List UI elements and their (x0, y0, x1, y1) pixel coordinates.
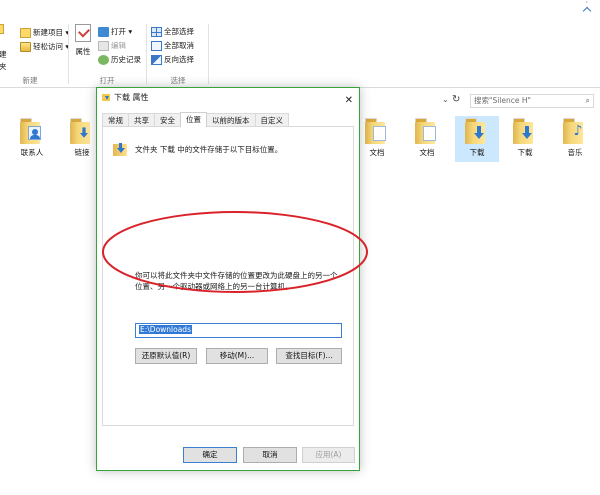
folder-label: 下载 (517, 148, 533, 157)
history-button[interactable]: 历史记录 (98, 53, 141, 66)
ribbon-group-title-open: 打开 (99, 76, 115, 85)
ok-button[interactable]: 确定 (183, 447, 237, 463)
ribbon-new-folder-icon[interactable] (0, 24, 6, 34)
properties-dialog: 下载 属性 ✕ 常规 共享 安全 位置 以前的版本 自定义 文件夹 下载 中的文… (96, 87, 360, 471)
tab-customize[interactable]: 自定义 (254, 113, 289, 127)
refresh-icon[interactable]: ↻ (452, 94, 460, 105)
ribbon-group-title-new: 新建 (22, 76, 38, 85)
folder-item[interactable]: 文档 (355, 118, 399, 158)
move-button[interactable]: 移动(M)... (206, 348, 268, 364)
location-description-line: 你可以将此文件夹中文件存储的位置更改为此硬盘上的另一个 (135, 271, 338, 280)
search-icon: ⌕ (585, 96, 590, 105)
folder-item-selected[interactable]: 下载 (455, 116, 499, 162)
address-history-dropdown[interactable]: ⌄ (442, 95, 449, 104)
select-none-icon (151, 40, 162, 51)
ribbon: 建 夹 新建项目 ▾ 轻松访问 ▾ 新建 属性 打开 ▾ 编辑 历史记录 打开 … (0, 20, 600, 88)
new-item-icon (20, 27, 31, 38)
ribbon-group-title-select: 选择 (170, 76, 186, 85)
folder-label: 联系人 (20, 148, 44, 157)
downloads-folder-icon (513, 118, 537, 144)
contacts-icon (20, 118, 44, 144)
downloads-folder-icon (102, 93, 111, 102)
folder-item[interactable]: 联系人 (10, 118, 54, 158)
new-item-label: 新建项目 ▾ (33, 28, 70, 37)
downloads-folder-icon (465, 118, 489, 144)
properties-icon (75, 24, 91, 42)
edit-label: 编辑 (111, 41, 126, 50)
dialog-title: 下载 属性 (114, 93, 149, 102)
history-label: 历史记录 (111, 55, 141, 64)
location-heading: 文件夹 下载 中的文件存储于以下目标位置。 (135, 145, 283, 154)
folder-item[interactable]: 文档 (405, 118, 449, 158)
new-item-button[interactable]: 新建项目 ▾ (20, 26, 69, 39)
apply-button[interactable]: 应用(A) (302, 447, 355, 463)
folder-label: 音乐 (567, 148, 583, 157)
cancel-button[interactable]: 取消 (243, 447, 297, 463)
search-placeholder: 搜索"Silence H" (474, 96, 531, 105)
easy-access-icon (20, 41, 31, 52)
ribbon-separator (68, 24, 69, 84)
close-icon[interactable]: ✕ (345, 91, 353, 111)
easy-access-button[interactable]: 轻松访问 ▾ (20, 40, 69, 53)
folder-label: 链接 (74, 148, 90, 157)
ribbon-partial-label-2: 夹 (0, 62, 7, 71)
open-label: 打开 ▾ (111, 27, 133, 36)
properties-button[interactable]: 属性 (73, 24, 93, 57)
search-input[interactable]: 搜索"Silence H" ⌕ (470, 94, 594, 108)
tab-previous-versions[interactable]: 以前的版本 (206, 113, 256, 127)
edit-icon (98, 40, 109, 51)
select-none-label: 全部取消 (164, 41, 194, 50)
location-description: 你可以将此文件夹中文件存储的位置更改为此硬盘上的另一个 位置、另一个驱动器或网络… (135, 270, 347, 292)
links-folder-icon (70, 118, 94, 144)
tab-general[interactable]: 常规 (102, 113, 129, 127)
location-description-line: 位置、另一个驱动器或网络上的另一台计算机。 (135, 282, 293, 291)
tab-security[interactable]: 安全 (154, 113, 181, 127)
invert-selection-label: 反向选择 (164, 55, 194, 64)
tab-location[interactable]: 位置 (180, 112, 207, 127)
easy-access-label: 轻松访问 ▾ (33, 42, 70, 51)
location-tab-panel: 文件夹 下载 中的文件存储于以下目标位置。 你可以将此文件夹中文件存储的位置更改… (102, 126, 354, 426)
ribbon-separator (146, 24, 147, 84)
music-folder-icon: ♪ (563, 118, 587, 144)
invert-selection-icon (151, 54, 162, 65)
select-all-button[interactable]: 全部选择 (151, 25, 194, 38)
ribbon-collapse-icon[interactable] (582, 6, 592, 16)
history-icon (98, 54, 109, 65)
open-icon (98, 26, 109, 37)
target-path-value: E:\Downloads (139, 325, 192, 334)
ribbon-group-new: 新建项目 ▾ 轻松访问 ▾ 新建 (18, 20, 70, 88)
edit-button[interactable]: 编辑 (98, 39, 126, 52)
folder-label: 文档 (369, 148, 385, 157)
ribbon-separator (208, 24, 209, 84)
folder-item[interactable]: 下载 (503, 118, 547, 158)
open-button[interactable]: 打开 ▾ (98, 25, 132, 38)
documents-folder-icon (415, 118, 439, 144)
documents-folder-icon (365, 118, 389, 144)
select-all-icon (151, 26, 162, 37)
target-path-input[interactable]: E:\Downloads (135, 323, 342, 338)
select-none-button[interactable]: 全部取消 (151, 39, 194, 52)
properties-label: 属性 (75, 47, 91, 56)
folder-label: 下载 (469, 148, 485, 157)
dialog-title-bar[interactable]: 下载 属性 ✕ (97, 88, 359, 108)
ribbon-group-select: 全部选择 全部取消 反向选择 选择 (149, 20, 207, 88)
folder-label: 文档 (419, 148, 435, 157)
downloads-folder-icon (113, 141, 129, 157)
folder-item[interactable]: ♪ 音乐 (553, 118, 597, 158)
restore-default-button[interactable]: 还原默认值(R) (135, 348, 197, 364)
ribbon-group-open: 打开 ▾ 编辑 历史记录 打开 (94, 20, 148, 88)
select-all-label: 全部选择 (164, 27, 194, 36)
tab-sharing[interactable]: 共享 (128, 113, 155, 127)
find-target-button[interactable]: 查找目标(F)... (276, 348, 342, 364)
dialog-tabs: 常规 共享 安全 位置 以前的版本 自定义 (102, 112, 289, 127)
invert-selection-button[interactable]: 反向选择 (151, 53, 194, 66)
